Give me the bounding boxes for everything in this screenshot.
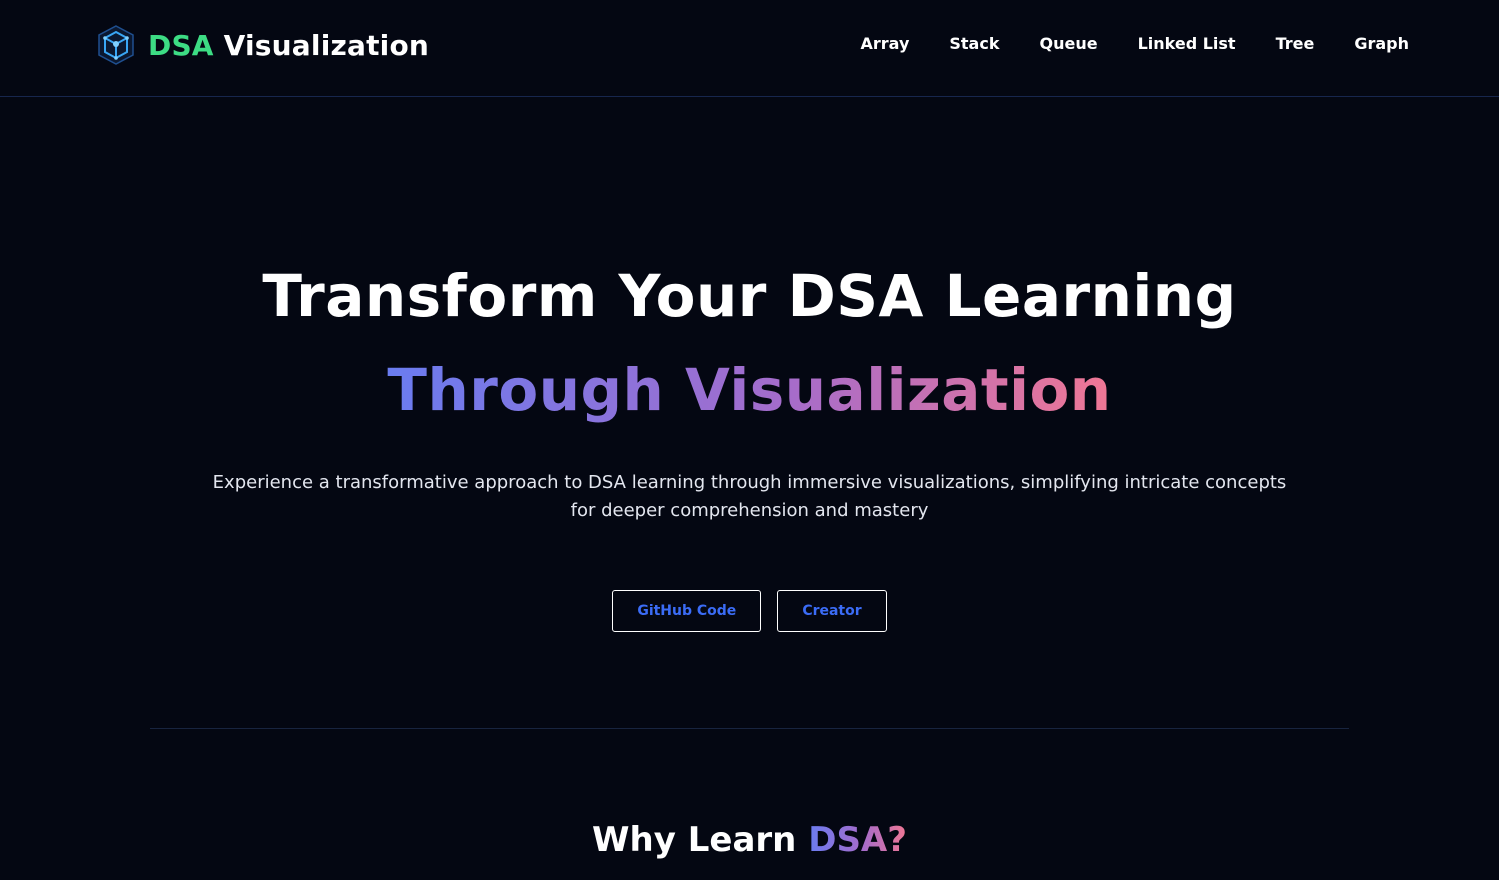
- why-title-accent: DSA?: [808, 820, 907, 860]
- hero-description: Experience a transformative approach to …: [212, 472, 1287, 521]
- navbar: DSA Visualization Array Stack Queue Link…: [0, 0, 1499, 97]
- hero-subtitle: Through Visualization: [0, 356, 1499, 424]
- why-learn-dsa-title: Why Learn DSA?: [0, 820, 1499, 860]
- hero-title: Transform Your DSA Learning: [262, 262, 1237, 330]
- nav-link-graph[interactable]: Graph: [1354, 34, 1409, 53]
- brand-name: DSA Visualization: [148, 29, 429, 62]
- nav-link-stack[interactable]: Stack: [949, 34, 999, 53]
- nav-menu: Array Stack Queue Linked List Tree Graph: [860, 34, 1409, 53]
- nav-item: Tree: [1276, 34, 1315, 53]
- why-title-plain: Why Learn: [592, 820, 809, 860]
- nav-item: Stack: [949, 34, 999, 53]
- creator-button[interactable]: Creator: [777, 590, 887, 632]
- nav-item: Array: [860, 34, 909, 53]
- nav-link-linked-list[interactable]: Linked List: [1138, 34, 1236, 53]
- nav-link-array[interactable]: Array: [860, 34, 909, 53]
- brand-name-accent: DSA: [148, 28, 214, 62]
- hero-subtitle-gradient: Through Visualization: [387, 356, 1112, 424]
- brand-name-rest: Visualization: [213, 28, 430, 62]
- nav-item: Queue: [1039, 34, 1097, 53]
- nav-item: Graph: [1354, 34, 1409, 53]
- hexagon-cube-icon: [98, 25, 134, 65]
- github-code-button[interactable]: GitHub Code: [612, 590, 762, 632]
- nav-item: Linked List: [1138, 34, 1236, 53]
- nav-link-queue[interactable]: Queue: [1039, 34, 1097, 53]
- nav-link-tree[interactable]: Tree: [1276, 34, 1315, 53]
- section-divider: [150, 728, 1349, 729]
- cta-buttons: GitHub Code Creator: [0, 590, 1499, 632]
- brand-home-link[interactable]: DSA Visualization: [96, 24, 429, 66]
- page: DSA Visualization Array Stack Queue Link…: [0, 0, 1499, 880]
